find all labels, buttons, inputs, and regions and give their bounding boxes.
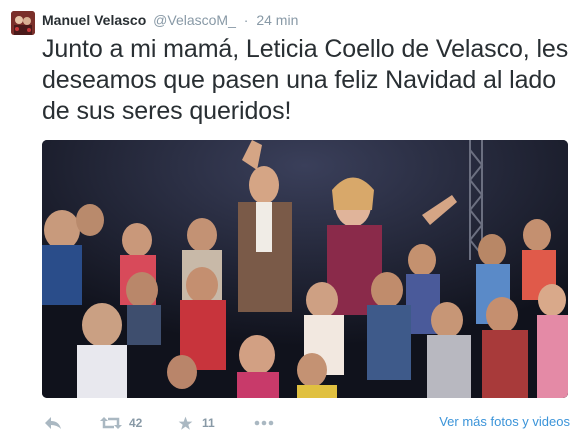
tweet-timestamp[interactable]: 24 min — [256, 12, 298, 28]
view-more-media-link[interactable]: Ver más fotos y videos — [439, 414, 570, 429]
tweet-header: Manuel Velasco @VelascoM_ · 24 min — [42, 11, 298, 29]
favorite-button[interactable]: 11 — [178, 412, 215, 434]
reply-icon — [45, 417, 61, 429]
retweet-count: 42 — [129, 416, 143, 430]
more-button[interactable] — [254, 412, 274, 434]
more-dots-icon — [254, 420, 274, 426]
retweet-icon — [100, 417, 122, 429]
tweet: Manuel Velasco @VelascoM_ · 24 min Junto… — [0, 0, 580, 438]
photo-image — [42, 140, 568, 398]
separator-dot: · — [243, 12, 249, 28]
tweet-text: Junto a mi mamá, Leticia Coello de Velas… — [42, 35, 569, 125]
tweet-actions: 42 11 Ver más fotos y videos — [42, 412, 570, 434]
author-fullname[interactable]: Manuel Velasco — [42, 12, 146, 28]
avatar-image — [11, 11, 35, 35]
author-username[interactable]: @VelascoM_ — [153, 12, 236, 28]
retweet-button[interactable]: 42 — [100, 412, 142, 434]
favorite-count: 11 — [202, 416, 215, 430]
tweet-photo[interactable] — [42, 140, 568, 398]
star-icon — [178, 416, 193, 430]
reply-button[interactable] — [44, 412, 62, 434]
avatar[interactable] — [11, 11, 35, 35]
